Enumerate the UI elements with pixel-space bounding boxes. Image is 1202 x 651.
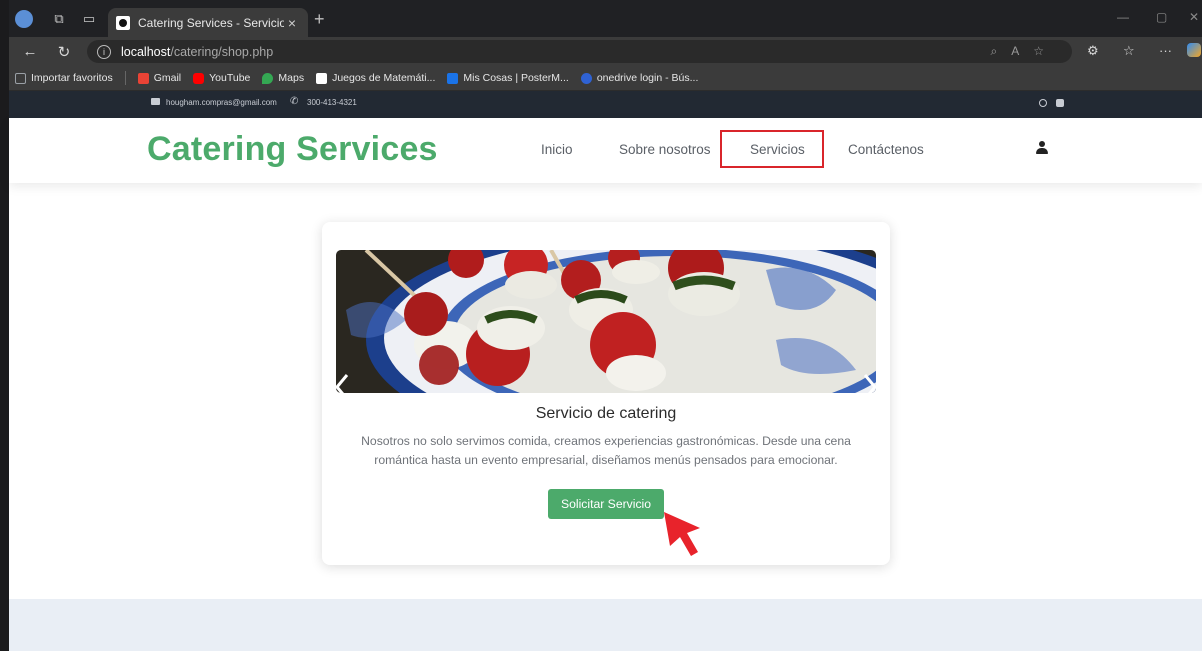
url-input[interactable]: i localhost /catering/shop.php ⌕A☆ <box>87 40 1072 63</box>
bookmark-label: Maps <box>278 72 305 84</box>
phone-icon: ✆ <box>290 96 299 107</box>
user-icon-head <box>1039 141 1045 147</box>
back-icon[interactable]: ← <box>21 43 39 60</box>
contact-email[interactable]: hougham.compras@gmail.com <box>166 98 277 107</box>
site-favicon-icon <box>116 15 130 30</box>
tab-catering-services[interactable]: Catering Services - Servicios × <box>108 8 308 37</box>
address-bar-row: ← ↻ i localhost /catering/shop.php ⌕A☆ ⚙… <box>9 37 1202 66</box>
caprese-skewers-photo <box>336 250 876 393</box>
more-options-icon[interactable]: ··· <box>1159 43 1172 58</box>
url-host: localhost <box>121 44 171 59</box>
close-window-icon[interactable]: ✕ <box>1189 10 1199 24</box>
envelope-icon <box>151 98 160 105</box>
bookmarks-bar: Importar favoritos Gmail YouTube Maps Ju… <box>9 66 1202 91</box>
bookmark-label: onedrive login - Bús... <box>596 72 699 84</box>
contact-phone[interactable]: 300-413-4321 <box>307 98 357 107</box>
site-info-icon[interactable]: i <box>97 44 111 59</box>
tab-title: Catering Services - Servicios <box>138 15 284 30</box>
nav-sobre-nosotros[interactable]: Sobre nosotros <box>619 142 711 157</box>
bookmark-importar-favoritos[interactable]: Importar favoritos <box>15 72 113 84</box>
bookmark-label: Importar favoritos <box>31 72 113 84</box>
copilot-icon[interactable] <box>1187 43 1201 57</box>
minimize-icon[interactable]: — <box>1117 10 1129 24</box>
bookmark-juegos[interactable]: Juegos de Matemáti... <box>316 72 435 84</box>
site-contact-strip: hougham.compras@gmail.com ✆ 300-413-4321 <box>9 91 1202 118</box>
browser-window: ⧉ ▭ Catering Services - Servicios × + — … <box>9 0 1202 651</box>
tab-close-icon[interactable]: × <box>284 15 300 31</box>
solicitar-servicio-button[interactable]: Solicitar Servicio <box>548 489 664 519</box>
bookmark-onedrive[interactable]: onedrive login - Bús... <box>580 72 699 84</box>
bookmark-label: Juegos de Matemáti... <box>332 72 436 84</box>
brand-logo-text[interactable]: Catering Services <box>147 130 438 169</box>
bookmark-youtube[interactable]: YouTube <box>193 72 250 84</box>
bookmark-separator <box>124 71 126 85</box>
extensions-icon[interactable]: ⚙ <box>1087 43 1099 59</box>
user-account-icon[interactable] <box>1036 141 1048 155</box>
nav-contactenos[interactable]: Contáctenos <box>848 142 924 157</box>
carousel-prev-icon[interactable] <box>334 372 350 402</box>
refresh-icon[interactable]: ↻ <box>55 43 73 61</box>
tab-actions-icon[interactable]: ▭ <box>81 11 97 27</box>
service-description: Nosotros no solo servimos comida, creamo… <box>361 434 851 467</box>
workspaces-icon[interactable]: ⧉ <box>51 11 67 27</box>
bookmark-mis-cosas[interactable]: Mis Cosas | PosterM... <box>447 72 569 84</box>
url-path: /catering/shop.php <box>170 44 274 59</box>
youtube-icon <box>193 72 205 84</box>
bookmark-gmail[interactable]: Gmail <box>137 72 182 84</box>
red-pointer-arrow-icon <box>664 512 700 556</box>
maps-icon <box>262 72 274 84</box>
browser-titlebar: ⧉ ▭ Catering Services - Servicios × + — … <box>9 0 1202 37</box>
coolmath-icon <box>316 72 328 84</box>
import-icon <box>15 72 26 84</box>
postermywall-icon <box>447 72 459 84</box>
restore-icon[interactable]: ▢ <box>1156 10 1167 24</box>
new-tab-icon[interactable]: + <box>314 9 325 30</box>
favorites-icon[interactable]: ☆ <box>1123 43 1135 59</box>
service-image-carousel <box>336 250 876 393</box>
nav-servicios[interactable]: Servicios <box>750 142 805 157</box>
footer-band <box>9 599 1202 651</box>
bookmark-maps[interactable]: Maps <box>262 72 304 84</box>
user-icon-body <box>1036 148 1048 154</box>
nav-inicio[interactable]: Inicio <box>541 142 573 157</box>
bookmark-label: Mis Cosas | PosterM... <box>463 72 569 84</box>
service-title: Servicio de catering <box>535 405 677 422</box>
service-card: Servicio de catering Nosotros no solo se… <box>322 222 890 565</box>
bookmark-label: YouTube <box>209 72 251 84</box>
site-navbar: Catering Services Inicio Sobre nosotros … <box>9 118 1202 183</box>
url-tools-icons[interactable]: ⌕A☆ <box>991 44 1058 59</box>
instagram-icon[interactable] <box>1039 99 1047 107</box>
bookmark-label: Gmail <box>153 72 182 84</box>
main-content: Servicio de catering Nosotros no solo se… <box>9 188 1202 599</box>
gmail-icon <box>137 72 149 84</box>
profile-icon[interactable] <box>15 10 33 28</box>
carousel-next-icon[interactable] <box>862 372 878 402</box>
bing-icon <box>580 72 592 84</box>
left-window-edge <box>0 0 9 651</box>
linkedin-icon[interactable] <box>1056 99 1064 107</box>
